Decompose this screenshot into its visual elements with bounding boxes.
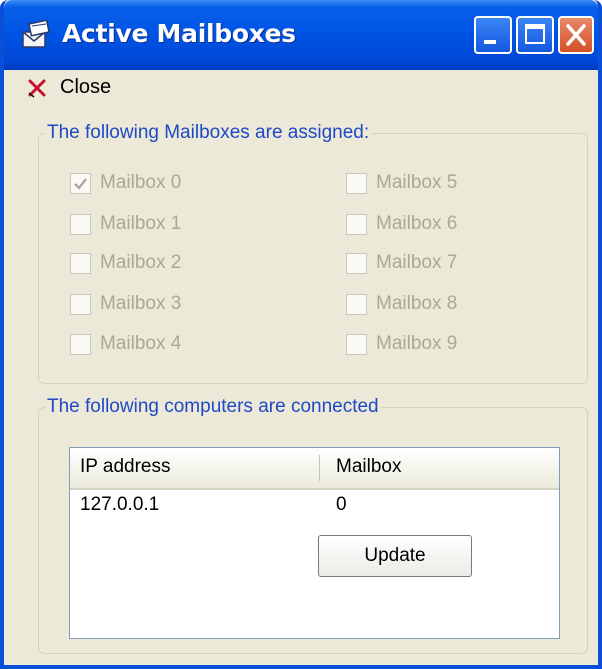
column-header-mailbox[interactable]: Mailbox bbox=[320, 448, 559, 486]
checkbox-label: Mailbox 3 bbox=[100, 293, 182, 314]
update-button[interactable]: Update bbox=[318, 535, 472, 577]
close-x-icon bbox=[28, 79, 46, 98]
close-window-button[interactable] bbox=[558, 16, 594, 54]
close-icon bbox=[566, 24, 586, 46]
list-row[interactable]: 127.0.0.1 0 bbox=[70, 488, 559, 522]
checkbox-label: Mailbox 2 bbox=[100, 252, 182, 273]
close-menu-label: Close bbox=[60, 76, 112, 98]
checkbox-box bbox=[70, 293, 91, 315]
checkbox-label: Mailbox 8 bbox=[376, 293, 458, 314]
window-title: Active Mailboxes bbox=[62, 19, 296, 48]
checkbox-box bbox=[346, 252, 367, 274]
maximize-icon bbox=[525, 24, 545, 44]
mailbox-2-checkbox[interactable]: Mailbox 2 bbox=[70, 252, 181, 274]
mailbox-5-checkbox[interactable]: Mailbox 5 bbox=[346, 172, 457, 194]
checkbox-box bbox=[70, 333, 91, 355]
checkbox-box bbox=[70, 172, 91, 194]
checkbox-box bbox=[346, 213, 367, 235]
checkbox-box bbox=[346, 333, 367, 355]
checkbox-box bbox=[70, 252, 91, 274]
checkbox-label: Mailbox 1 bbox=[100, 213, 182, 234]
maximize-button[interactable] bbox=[516, 16, 554, 54]
mailbox-4-checkbox[interactable]: Mailbox 4 bbox=[70, 333, 181, 355]
checkbox-box bbox=[346, 172, 367, 194]
column-header-ip-address[interactable]: IP address bbox=[70, 448, 320, 486]
checkmark-icon bbox=[74, 177, 87, 190]
close-menu-item[interactable]: Close bbox=[26, 76, 111, 99]
minimize-icon bbox=[484, 40, 496, 44]
computers-group-legend: The following computers are connected bbox=[47, 396, 379, 417]
connected-computers-list[interactable]: IP address Mailbox 127.0.0.1 0 bbox=[69, 447, 560, 639]
mailbox-1-checkbox[interactable]: Mailbox 1 bbox=[70, 213, 181, 235]
mailbox-3-checkbox[interactable]: Mailbox 3 bbox=[70, 293, 181, 315]
checkbox-box bbox=[346, 293, 367, 315]
checkbox-label: Mailbox 4 bbox=[100, 333, 182, 354]
title-bar[interactable]: Active Mailboxes bbox=[4, 0, 598, 70]
mailbox-8-checkbox[interactable]: Mailbox 8 bbox=[346, 293, 457, 315]
menu-bar: Close bbox=[4, 70, 598, 106]
mailbox-0-checkbox[interactable]: Mailbox 0 bbox=[70, 172, 181, 194]
mailbox-6-checkbox[interactable]: Mailbox 6 bbox=[346, 213, 457, 235]
mailbox-envelope-icon bbox=[22, 20, 50, 48]
active-mailboxes-window: Active Mailboxes Close The following Mai… bbox=[0, 0, 602, 669]
checkbox-label: Mailbox 6 bbox=[376, 213, 458, 234]
checkbox-label: Mailbox 7 bbox=[376, 252, 458, 273]
mailbox-9-checkbox[interactable]: Mailbox 9 bbox=[346, 333, 457, 355]
mailbox-7-checkbox[interactable]: Mailbox 7 bbox=[346, 252, 457, 274]
mailboxes-group-legend: The following Mailboxes are assigned: bbox=[47, 122, 370, 143]
checkbox-label: Mailbox 9 bbox=[376, 333, 458, 354]
cell-mailbox: 0 bbox=[336, 494, 347, 515]
list-header: IP address Mailbox bbox=[70, 448, 559, 490]
minimize-button[interactable] bbox=[474, 16, 512, 54]
checkbox-box bbox=[70, 213, 91, 235]
cell-ip-address: 127.0.0.1 bbox=[80, 494, 160, 515]
checkbox-label: Mailbox 0 bbox=[100, 172, 182, 193]
checkbox-label: Mailbox 5 bbox=[376, 172, 458, 193]
